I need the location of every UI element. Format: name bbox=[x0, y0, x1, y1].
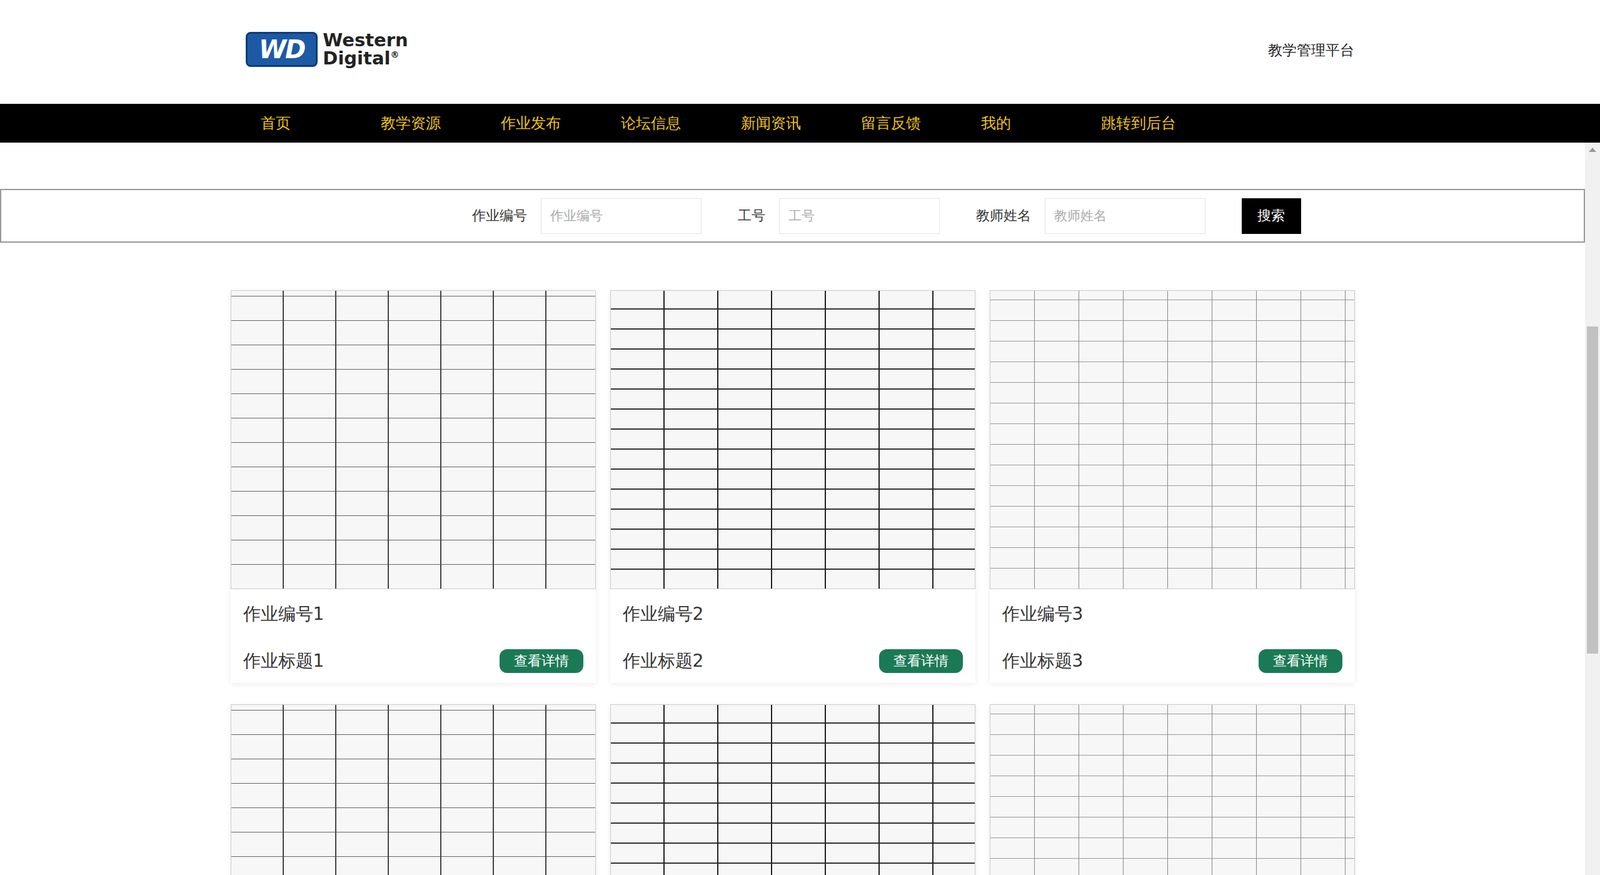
card-image[interactable] bbox=[230, 704, 596, 875]
scroll-thumb[interactable] bbox=[1586, 326, 1599, 654]
search-field: 教师姓名 bbox=[976, 198, 1206, 234]
platform-title: 教学管理平台 bbox=[1267, 40, 1355, 61]
search-button[interactable]: 搜索 bbox=[1241, 198, 1302, 234]
detail-button[interactable]: 查看详情 bbox=[879, 649, 963, 673]
card-number: 作业编号3 bbox=[1002, 595, 1343, 633]
card-title: 作业标题3 bbox=[1002, 649, 1084, 673]
nav-item[interactable]: 跳转到后台 bbox=[1086, 113, 1207, 134]
card-grid: 作业编号1 作业标题1 查看详情 作业编号2 作业标题2 查看详情 作业编号3 作业标题3 查看… bbox=[0, 290, 1585, 875]
nav-item[interactable]: 作业发布 bbox=[485, 113, 606, 134]
search-input[interactable] bbox=[1044, 198, 1206, 234]
homework-card[interactable] bbox=[230, 704, 596, 875]
logo-text: WesternDigital® bbox=[322, 31, 408, 68]
card-image[interactable] bbox=[610, 290, 976, 589]
card-image[interactable] bbox=[989, 290, 1355, 589]
nav-item[interactable]: 论坛信息 bbox=[605, 113, 726, 134]
card-body: 作业编号3 作业标题3 查看详情 bbox=[989, 588, 1355, 683]
card-image[interactable] bbox=[230, 290, 596, 589]
card-image[interactable] bbox=[989, 704, 1355, 875]
card-body: 作业编号2 作业标题2 查看详情 bbox=[610, 588, 976, 683]
search-input[interactable] bbox=[540, 198, 702, 234]
search-bar: 作业编号 工号 教师姓名 搜索 bbox=[0, 188, 1585, 243]
homework-card[interactable] bbox=[610, 704, 976, 875]
field-label: 作业编号 bbox=[472, 206, 528, 226]
nav-item[interactable]: 首页 bbox=[245, 113, 366, 134]
homework-card[interactable]: 作业编号3 作业标题3 查看详情 bbox=[989, 290, 1355, 683]
card-title: 作业标题1 bbox=[243, 649, 325, 673]
card-image[interactable] bbox=[610, 704, 976, 875]
card-title: 作业标题2 bbox=[622, 649, 705, 673]
search-field: 作业编号 bbox=[472, 198, 702, 234]
nav-item[interactable]: 新闻资讯 bbox=[725, 113, 846, 134]
field-label: 工号 bbox=[737, 206, 766, 226]
nav-item[interactable]: 留言反馈 bbox=[845, 113, 967, 134]
detail-button[interactable]: 查看详情 bbox=[499, 649, 584, 673]
header: WDWesternDigital® 教学管理平台 bbox=[0, 0, 1600, 104]
card-body: 作业编号1 作业标题1 查看详情 bbox=[230, 588, 596, 683]
search-field: 工号 bbox=[737, 198, 940, 234]
nav-item[interactable]: 我的 bbox=[966, 113, 1087, 134]
page: WDWesternDigital® 教学管理平台首页教学资源作业发布论坛信息新闻资… bbox=[0, 0, 1600, 875]
logo-mark-icon: WD bbox=[245, 31, 318, 67]
card-number: 作业编号1 bbox=[243, 595, 584, 633]
detail-button[interactable]: 查看详情 bbox=[1258, 649, 1343, 673]
nav-bar: 首页教学资源作业发布论坛信息新闻资讯留言反馈我的跳转到后台 bbox=[0, 103, 1600, 143]
card-number: 作业编号2 bbox=[622, 595, 963, 633]
nav-item[interactable]: 教学资源 bbox=[365, 113, 486, 134]
homework-card[interactable]: 作业编号2 作业标题2 查看详情 bbox=[610, 290, 976, 683]
content: 作业编号 工号 教师姓名 搜索作业编号1 作业标题1 查看详情 作业编号2 作业标题2 查看详情… bbox=[0, 142, 1585, 875]
logo[interactable]: WDWesternDigital® bbox=[245, 31, 409, 68]
homework-card[interactable]: 作业编号1 作业标题1 查看详情 bbox=[230, 290, 596, 683]
search-input[interactable] bbox=[779, 198, 940, 234]
field-label: 教师姓名 bbox=[976, 206, 1032, 226]
scrollbar[interactable] bbox=[1584, 142, 1600, 875]
scroll-up-icon[interactable] bbox=[1588, 147, 1597, 152]
homework-card[interactable] bbox=[989, 704, 1355, 875]
